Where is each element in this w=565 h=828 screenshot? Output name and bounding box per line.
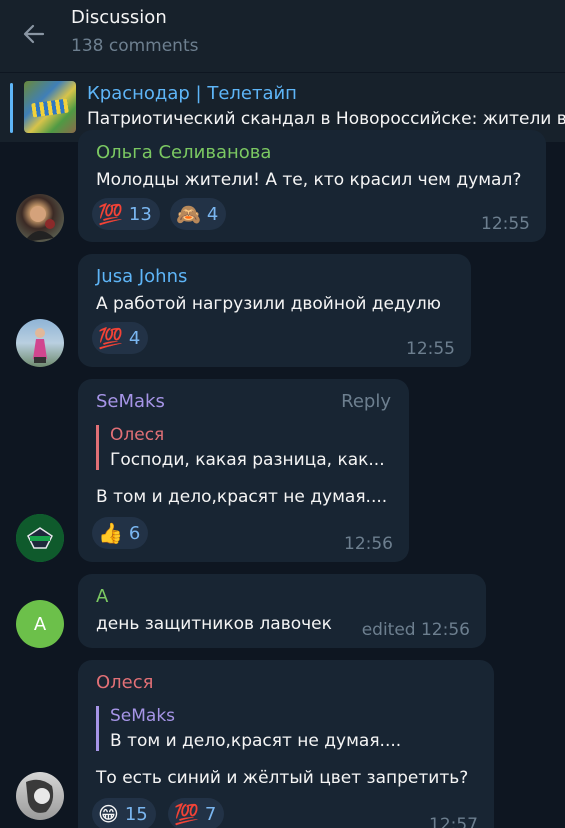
grinning-face-icon: 😁 (98, 802, 119, 826)
message-text: Молодцы жители! А те, кто красил чем дум… (96, 170, 522, 190)
message-bubble[interactable]: Jusa Johns А работой нагрузили двойной д… (78, 254, 471, 367)
pinned-channel-name: Краснодар | Телетайп (87, 83, 297, 104)
avatar[interactable] (16, 319, 64, 367)
reaction-hundred[interactable]: 💯 7 (168, 798, 225, 828)
quote-author: Олеся (110, 425, 165, 445)
comment-count: 138 comments (71, 36, 199, 56)
message-bubble[interactable]: SeMaks Reply Олеся Господи, какая разниц… (78, 379, 409, 562)
quote-text: В том и дело,красят не думая.... (110, 731, 402, 751)
message-bubble[interactable]: Ольга Селиванова Молодцы жители! А те, к… (78, 130, 546, 242)
team-logo-icon (16, 514, 64, 562)
sender-name[interactable]: A (96, 586, 108, 607)
reaction-count: 13 (128, 203, 152, 225)
avatar[interactable] (16, 194, 64, 242)
message-text: То есть синий и жёлтый цвет запретить? (96, 768, 469, 788)
thumbs-up-icon: 👍 (98, 521, 123, 545)
quote-author: SeMaks (110, 706, 176, 726)
quote-text: Господи, какая разница, как... (110, 450, 385, 470)
message-text: А работой нагрузили двойной дедулю (96, 294, 441, 314)
reaction-count: 4 (128, 327, 141, 349)
reaction-count: 4 (206, 203, 219, 225)
reaction-count: 15 (124, 803, 148, 825)
message-time: 12:55 (481, 214, 530, 234)
message-bubble[interactable]: A день защитников лавочек edited 12:56 (78, 574, 486, 648)
page-title: Discussion (71, 7, 167, 28)
sender-name[interactable]: SeMaks (96, 391, 165, 412)
message-time: 12:55 (406, 339, 455, 359)
reaction-thumbs-up[interactable]: 👍 6 (92, 517, 149, 549)
reaction-hundred[interactable]: 💯 13 (92, 198, 160, 230)
reaction-count: 7 (204, 803, 217, 825)
hundred-points-icon: 💯 (98, 326, 123, 350)
reply-button[interactable]: Reply (341, 391, 391, 412)
hundred-points-icon: 💯 (98, 202, 123, 226)
message-time: edited 12:56 (361, 620, 470, 640)
pinned-post-text: Патриотический скандал в Новороссийске: … (87, 109, 565, 129)
reaction-grin[interactable]: 😁 15 (92, 798, 156, 828)
user-photo-icon (33, 328, 47, 363)
message-text: В том и дело,красят не думая.... (96, 487, 388, 507)
chat-header: Discussion 138 comments (0, 0, 565, 72)
arrow-left-icon (23, 24, 45, 44)
hundred-points-icon: 💯 (174, 802, 199, 826)
back-button[interactable] (14, 14, 54, 54)
message-time: 12:57 (429, 815, 478, 828)
reaction-count: 6 (128, 522, 141, 544)
avatar[interactable] (16, 772, 64, 820)
avatar-letter: A (33, 613, 47, 635)
pinned-accent-bar (10, 83, 13, 133)
sender-name[interactable]: Jusa Johns (96, 266, 187, 287)
avatar[interactable] (16, 514, 64, 562)
reply-quote[interactable]: Олеся Господи, какая разница, как... (96, 425, 385, 470)
message-bubble[interactable]: Олеся SeMaks В том и дело,красят не дума… (78, 660, 494, 828)
sender-name[interactable]: Олеся (96, 672, 153, 693)
reaction-monkey[interactable]: 🙈 4 (170, 198, 227, 230)
reply-quote[interactable]: SeMaks В том и дело,красят не думая.... (96, 706, 401, 751)
avatar[interactable]: A (16, 600, 64, 648)
reaction-hundred[interactable]: 💯 4 (92, 322, 149, 354)
sender-name[interactable]: Ольга Селиванова (96, 142, 271, 163)
user-photo-icon (26, 779, 54, 813)
pinned-thumbnail (24, 81, 76, 133)
message-time: 12:56 (344, 534, 393, 554)
see-no-evil-monkey-icon: 🙈 (176, 202, 201, 226)
user-photo-icon (24, 206, 55, 242)
message-text: день защитников лавочек (96, 614, 332, 634)
